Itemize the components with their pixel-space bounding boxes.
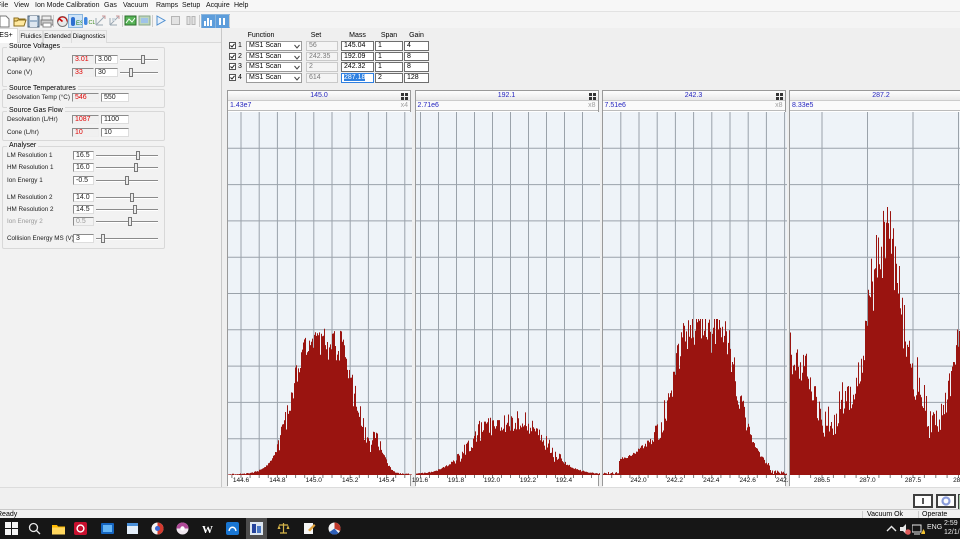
svg-text:W: W xyxy=(202,524,213,536)
